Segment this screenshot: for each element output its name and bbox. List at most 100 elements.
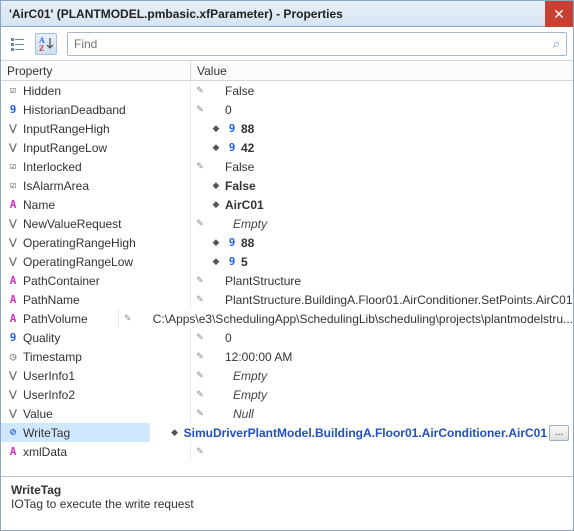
property-cell[interactable]: ⋁Value — [1, 404, 191, 423]
diamond-icon: ◆ — [209, 180, 223, 191]
value-text: Empty — [225, 217, 573, 231]
property-cell[interactable]: ⋁InputRangeLow — [1, 138, 191, 157]
property-row[interactable]: ⊘WriteTag◆SimuDriverPlantModel.BuildingA… — [1, 423, 573, 442]
property-row[interactable]: ⋁UserInfo2✎Empty — [1, 385, 573, 404]
property-cell[interactable]: ⋁InputRangeHigh — [1, 119, 191, 138]
property-cell[interactable]: APathContainer — [1, 271, 191, 290]
pencil-icon: ✎ — [193, 332, 207, 343]
property-row[interactable]: APathVolume✎C:\Apps\e3\SchedulingApp\Sch… — [1, 309, 573, 328]
value-text: 0 — [225, 103, 573, 117]
property-cell[interactable]: ⋁UserInfo2 — [1, 385, 191, 404]
search-box[interactable]: ⌕ — [67, 32, 567, 56]
property-cell[interactable]: ☑IsAlarmArea — [1, 176, 191, 195]
alpha-sort-button[interactable]: A Z — [35, 33, 57, 55]
value-cell[interactable]: ✎C:\Apps\e3\SchedulingApp\SchedulingLib\… — [119, 309, 573, 328]
value-cell[interactable]: ✎0 — [191, 328, 573, 347]
property-cell[interactable]: AName — [1, 195, 191, 214]
property-cell[interactable]: 9HistorianDeadband — [1, 100, 191, 119]
property-row[interactable]: ⋁NewValueRequest✎Empty — [1, 214, 573, 233]
value-text: Empty — [225, 369, 573, 383]
value-text: AirC01 — [225, 198, 573, 212]
value-cell[interactable]: ◆SimuDriverPlantModel.BuildingA.Floor01.… — [150, 423, 573, 442]
svg-text:Z: Z — [39, 44, 44, 53]
property-row[interactable]: ⋁Value✎Null — [1, 404, 573, 423]
header-property[interactable]: Property — [1, 61, 191, 80]
property-row[interactable]: 9HistorianDeadband✎0 — [1, 100, 573, 119]
property-cell[interactable]: 9Quality — [1, 328, 191, 347]
property-row[interactable]: ☑IsAlarmArea◆False — [1, 176, 573, 195]
property-cell[interactable]: APathVolume — [1, 309, 119, 328]
value-cell[interactable]: ✎ — [191, 442, 573, 461]
value-text: False — [225, 179, 573, 193]
property-row[interactable]: AxmlData✎ — [1, 442, 573, 461]
property-name: Name — [23, 198, 55, 212]
property-row[interactable]: ⋁UserInfo1✎ Empty — [1, 366, 573, 385]
letterA-icon: A — [5, 445, 21, 458]
pencil-icon: ✎ — [193, 351, 207, 362]
property-row[interactable]: APathName✎PlantStructure.BuildingA.Floor… — [1, 290, 573, 309]
value-cell[interactable]: ◆AirC01 — [191, 195, 573, 214]
property-name: HistorianDeadband — [23, 103, 126, 117]
search-input[interactable] — [74, 37, 549, 51]
property-row[interactable]: ◷Timestamp✎12:00:00 AM — [1, 347, 573, 366]
value-cell[interactable]: ◆False — [191, 176, 573, 195]
value-text: 42 — [241, 141, 573, 155]
letterA-icon: A — [5, 274, 21, 287]
property-cell[interactable]: ⊘WriteTag — [1, 423, 150, 442]
property-row[interactable]: ⋁InputRangeLow◆942 — [1, 138, 573, 157]
categorized-view-button[interactable] — [7, 33, 29, 55]
description-text: IOTag to execute the write request — [11, 497, 563, 511]
titlebar: 'AirC01' (PLANTMODEL.pmbasic.xfParameter… — [1, 1, 573, 27]
property-name: WriteTag — [23, 426, 70, 440]
property-row[interactable]: 9Quality✎0 — [1, 328, 573, 347]
property-row[interactable]: APathContainer✎PlantStructure — [1, 271, 573, 290]
value-cell[interactable]: ◆95 — [191, 252, 573, 271]
diamond-icon: ◆ — [209, 123, 223, 134]
value-text: C:\Apps\e3\SchedulingApp\SchedulingLib\s… — [153, 312, 573, 326]
value-cell[interactable]: ◆988 — [191, 119, 573, 138]
value-cell[interactable]: ✎Empty — [191, 385, 573, 404]
pencil-icon: ✎ — [193, 161, 207, 172]
header-value[interactable]: Value — [191, 61, 573, 80]
property-name: OperatingRangeLow — [23, 255, 133, 269]
categorized-icon — [9, 35, 27, 53]
search-icon: ⌕ — [549, 36, 560, 52]
property-row[interactable]: AName◆AirC01 — [1, 195, 573, 214]
value-cell[interactable]: ◆942 — [191, 138, 573, 157]
value-cell[interactable]: ✎PlantStructure — [191, 271, 573, 290]
close-button[interactable]: ✕ — [545, 1, 573, 27]
value-cell[interactable]: ◆988 — [191, 233, 573, 252]
pencil-icon: ✎ — [193, 370, 207, 381]
property-cell[interactable]: AxmlData — [1, 442, 191, 461]
value-cell[interactable]: ✎Empty — [191, 214, 573, 233]
property-cell[interactable]: ☑Hidden — [1, 81, 191, 100]
value-cell[interactable]: ✎ Empty — [191, 366, 573, 385]
value-cell[interactable]: ✎0 — [191, 100, 573, 119]
property-cell[interactable]: ⋁OperatingRangeLow — [1, 252, 191, 271]
property-row[interactable]: ☑Hidden✎False — [1, 81, 573, 100]
property-cell[interactable]: ⋁UserInfo1 — [1, 366, 191, 385]
property-row[interactable]: ⋁InputRangeHigh◆988 — [1, 119, 573, 138]
property-cell[interactable]: APathName — [1, 290, 191, 309]
value-cell[interactable]: ✎12:00:00 AM — [191, 347, 573, 366]
property-name: PathContainer — [23, 274, 100, 288]
diamond-icon: ◆ — [209, 237, 223, 248]
property-cell[interactable]: ⋁NewValueRequest — [1, 214, 191, 233]
description-panel: WriteTag IOTag to execute the write requ… — [1, 476, 573, 530]
diamond-icon: ◆ — [209, 256, 223, 267]
property-cell[interactable]: ◷Timestamp — [1, 347, 191, 366]
value-cell[interactable]: ✎False — [191, 81, 573, 100]
link-icon: ⊘ — [5, 427, 21, 438]
property-row[interactable]: ☑Interlocked✎False — [1, 157, 573, 176]
property-row[interactable]: ⋁OperatingRangeLow◆95 — [1, 252, 573, 271]
value-cell[interactable]: ✎False — [191, 157, 573, 176]
check-icon: ☑ — [5, 85, 21, 96]
property-cell[interactable]: ☑Interlocked — [1, 157, 191, 176]
value-cell[interactable]: ✎Null — [191, 404, 573, 423]
clock-icon: ◷ — [5, 350, 21, 363]
property-name: Timestamp — [23, 350, 82, 364]
property-cell[interactable]: ⋁OperatingRangeHigh — [1, 233, 191, 252]
property-row[interactable]: ⋁OperatingRangeHigh◆988 — [1, 233, 573, 252]
value-cell[interactable]: ✎PlantStructure.BuildingA.Floor01.AirCon… — [191, 290, 573, 309]
browse-button[interactable]: ... — [549, 425, 569, 441]
